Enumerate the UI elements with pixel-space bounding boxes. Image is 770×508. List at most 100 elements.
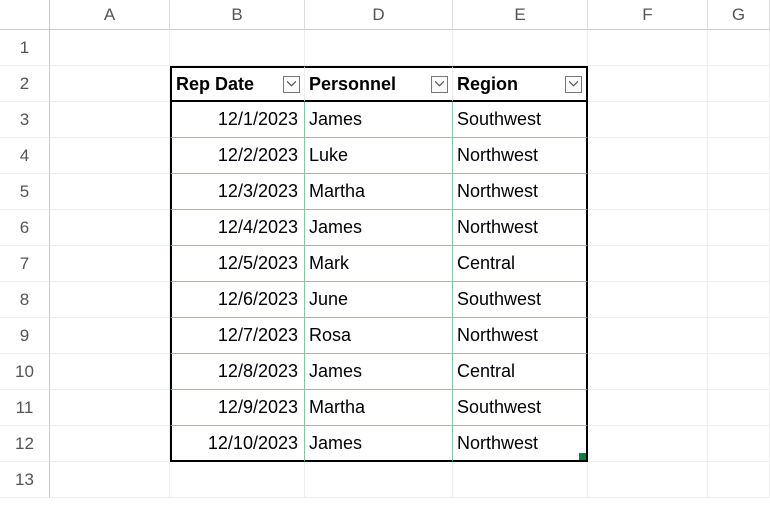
cell-personnel[interactable]: James (305, 210, 453, 246)
cell-A2[interactable] (50, 66, 170, 102)
cell-F1[interactable] (588, 30, 708, 66)
cell-F8[interactable] (588, 282, 708, 318)
cell-rep-date[interactable]: 12/4/2023 (170, 210, 305, 246)
row-header-11[interactable]: 11 (0, 390, 50, 426)
cell-rep-date[interactable]: 12/2/2023 (170, 138, 305, 174)
column-header-F[interactable]: F (588, 0, 708, 30)
cell-G10[interactable] (708, 354, 770, 390)
cell-F3[interactable] (588, 102, 708, 138)
cell-F10[interactable] (588, 354, 708, 390)
cell-G3[interactable] (708, 102, 770, 138)
row-header-2[interactable]: 2 (0, 66, 50, 102)
cell-region[interactable]: Southwest (453, 390, 588, 426)
table-header-personnel[interactable]: Personnel (305, 66, 453, 102)
filter-button-rep-date[interactable] (283, 76, 300, 93)
cell-rep-date[interactable]: 12/9/2023 (170, 390, 305, 426)
cell-G7[interactable] (708, 246, 770, 282)
cell-region[interactable]: Southwest (453, 282, 588, 318)
cell-E13[interactable] (453, 462, 588, 498)
cell-B13[interactable] (170, 462, 305, 498)
cell-personnel[interactable]: Mark (305, 246, 453, 282)
cell-A1[interactable] (50, 30, 170, 66)
row-header-1[interactable]: 1 (0, 30, 50, 66)
table-header-region[interactable]: Region (453, 66, 588, 102)
cell-region[interactable]: Southwest (453, 102, 588, 138)
row-header-4[interactable]: 4 (0, 138, 50, 174)
fill-handle[interactable] (579, 453, 586, 460)
row-header-5[interactable]: 5 (0, 174, 50, 210)
cell-region[interactable]: Northwest (453, 174, 588, 210)
cell-F6[interactable] (588, 210, 708, 246)
cell-rep-date[interactable]: 12/3/2023 (170, 174, 305, 210)
cell-personnel[interactable]: June (305, 282, 453, 318)
cell-A5[interactable] (50, 174, 170, 210)
row-header-9[interactable]: 9 (0, 318, 50, 354)
row-header-7[interactable]: 7 (0, 246, 50, 282)
cell-G12[interactable] (708, 426, 770, 462)
cell-personnel[interactable]: James (305, 102, 453, 138)
cell-G9[interactable] (708, 318, 770, 354)
cell-personnel[interactable]: Martha (305, 174, 453, 210)
select-all-corner[interactable] (0, 0, 50, 30)
column-header-D[interactable]: D (305, 0, 453, 30)
cell-rep-date[interactable]: 12/5/2023 (170, 246, 305, 282)
cell-G4[interactable] (708, 138, 770, 174)
cell-rep-date[interactable]: 12/6/2023 (170, 282, 305, 318)
cell-A4[interactable] (50, 138, 170, 174)
cell-rep-date[interactable]: 12/10/2023 (170, 426, 305, 462)
table-header-rep-date[interactable]: Rep Date (170, 66, 305, 102)
cell-G6[interactable] (708, 210, 770, 246)
cell-A13[interactable] (50, 462, 170, 498)
cell-region[interactable]: Northwest (453, 138, 588, 174)
row-header-6[interactable]: 6 (0, 210, 50, 246)
cell-A9[interactable] (50, 318, 170, 354)
cell-A8[interactable] (50, 282, 170, 318)
cell-D13[interactable] (305, 462, 453, 498)
cell-personnel[interactable]: Rosa (305, 318, 453, 354)
cell-rep-date[interactable]: 12/8/2023 (170, 354, 305, 390)
row-header-10[interactable]: 10 (0, 354, 50, 390)
cell-E1[interactable] (453, 30, 588, 66)
column-header-G[interactable]: G (708, 0, 770, 30)
cell-G13[interactable] (708, 462, 770, 498)
cell-personnel[interactable]: Luke (305, 138, 453, 174)
cell-region[interactable]: Northwest (453, 426, 588, 462)
cell-region[interactable]: Northwest (453, 318, 588, 354)
cell-rep-date[interactable]: 12/7/2023 (170, 318, 305, 354)
cell-F4[interactable] (588, 138, 708, 174)
cell-G1[interactable] (708, 30, 770, 66)
cell-personnel[interactable]: James (305, 354, 453, 390)
cell-A7[interactable] (50, 246, 170, 282)
cell-D1[interactable] (305, 30, 453, 66)
cell-region[interactable]: Northwest (453, 210, 588, 246)
filter-button-personnel[interactable] (431, 76, 448, 93)
cell-A6[interactable] (50, 210, 170, 246)
cell-F7[interactable] (588, 246, 708, 282)
cell-A12[interactable] (50, 426, 170, 462)
cell-region[interactable]: Central (453, 246, 588, 282)
cell-personnel[interactable]: Martha (305, 390, 453, 426)
column-header-A[interactable]: A (50, 0, 170, 30)
filter-button-region[interactable] (565, 76, 582, 93)
cell-G2[interactable] (708, 66, 770, 102)
row-header-13[interactable]: 13 (0, 462, 50, 498)
cell-G11[interactable] (708, 390, 770, 426)
column-header-B[interactable]: B (170, 0, 305, 30)
cell-A10[interactable] (50, 354, 170, 390)
cell-A11[interactable] (50, 390, 170, 426)
spreadsheet-grid[interactable]: A B D E F G 1 2 Rep Date Personnel Regio… (0, 0, 770, 498)
row-header-3[interactable]: 3 (0, 102, 50, 138)
cell-B1[interactable] (170, 30, 305, 66)
cell-F13[interactable] (588, 462, 708, 498)
cell-F11[interactable] (588, 390, 708, 426)
row-header-8[interactable]: 8 (0, 282, 50, 318)
cell-region[interactable]: Central (453, 354, 588, 390)
cell-F9[interactable] (588, 318, 708, 354)
cell-rep-date[interactable]: 12/1/2023 (170, 102, 305, 138)
cell-A3[interactable] (50, 102, 170, 138)
cell-F12[interactable] (588, 426, 708, 462)
cell-F2[interactable] (588, 66, 708, 102)
cell-personnel[interactable]: James (305, 426, 453, 462)
row-header-12[interactable]: 12 (0, 426, 50, 462)
column-header-E[interactable]: E (453, 0, 588, 30)
